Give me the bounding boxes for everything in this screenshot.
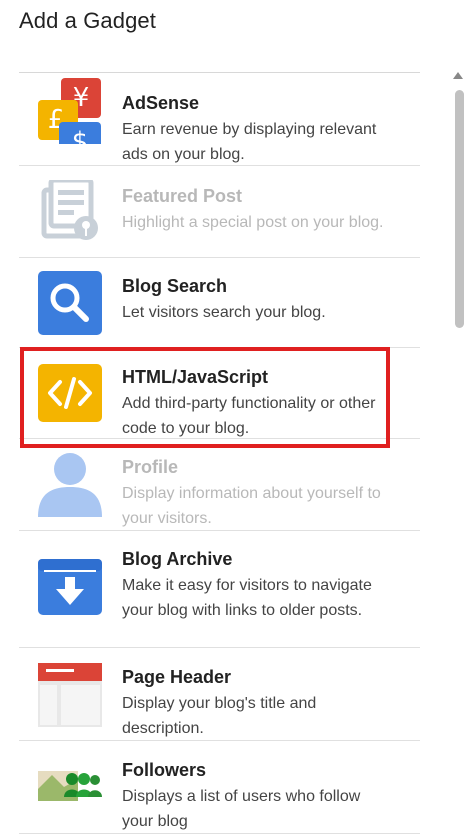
followers-icon — [38, 769, 102, 833]
adsense-icon: ¥ £ $ — [38, 78, 102, 144]
gadget-list: ¥ £ $ AdSense Earn revenue by displaying… — [19, 72, 420, 834]
archive-icon — [38, 559, 102, 623]
gadget-description: Let visitors search your blog. — [122, 304, 326, 321]
page-header-icon — [38, 663, 102, 727]
profile-icon — [38, 451, 102, 517]
selection-highlight — [20, 347, 390, 448]
gadget-name: Followers — [122, 760, 207, 780]
gadget-item-adsense[interactable]: ¥ £ $ AdSense Earn revenue by displaying… — [19, 73, 420, 166]
gadget-item-page-header[interactable]: Page Header Display your blog's title an… — [19, 648, 420, 741]
gadget-description: Display your blog's title and descriptio… — [122, 695, 317, 737]
gadget-item-profile: Profile Display information about yourse… — [19, 439, 420, 531]
gadget-item-blog-archive[interactable]: Blog Archive Make it easy for visitors t… — [19, 531, 420, 648]
gadget-description: Displays a list of users who follow your… — [122, 788, 361, 830]
featured-post-icon — [38, 180, 102, 244]
gadget-name: Blog Search — [122, 276, 228, 296]
scrollbar-thumb[interactable] — [455, 90, 464, 328]
gadget-description: Make it easy for visitors to navigate yo… — [122, 577, 372, 619]
gadget-item-featured-post: Featured Post Highlight a special post o… — [19, 166, 420, 258]
search-icon — [38, 271, 102, 335]
gadget-description: Earn revenue by displaying relevant ads … — [122, 121, 377, 163]
gadget-name: Featured Post — [122, 186, 243, 206]
gadget-name: Page Header — [122, 667, 232, 687]
scroll-up-arrow-icon[interactable] — [453, 72, 463, 79]
gadget-item-blog-search[interactable]: Blog Search Let visitors search your blo… — [19, 258, 420, 348]
svg-text:$: $ — [72, 127, 89, 144]
dialog-title: Add a Gadget — [19, 8, 156, 33]
gadget-description: Display information about yourself to yo… — [122, 485, 381, 527]
gadget-description: Highlight a special post on your blog. — [122, 214, 384, 231]
gadget-name: Profile — [122, 457, 179, 477]
gadget-name: Blog Archive — [122, 549, 233, 569]
gadget-item-followers[interactable]: Followers Displays a list of users who f… — [19, 741, 420, 834]
gadget-name: AdSense — [122, 93, 200, 113]
